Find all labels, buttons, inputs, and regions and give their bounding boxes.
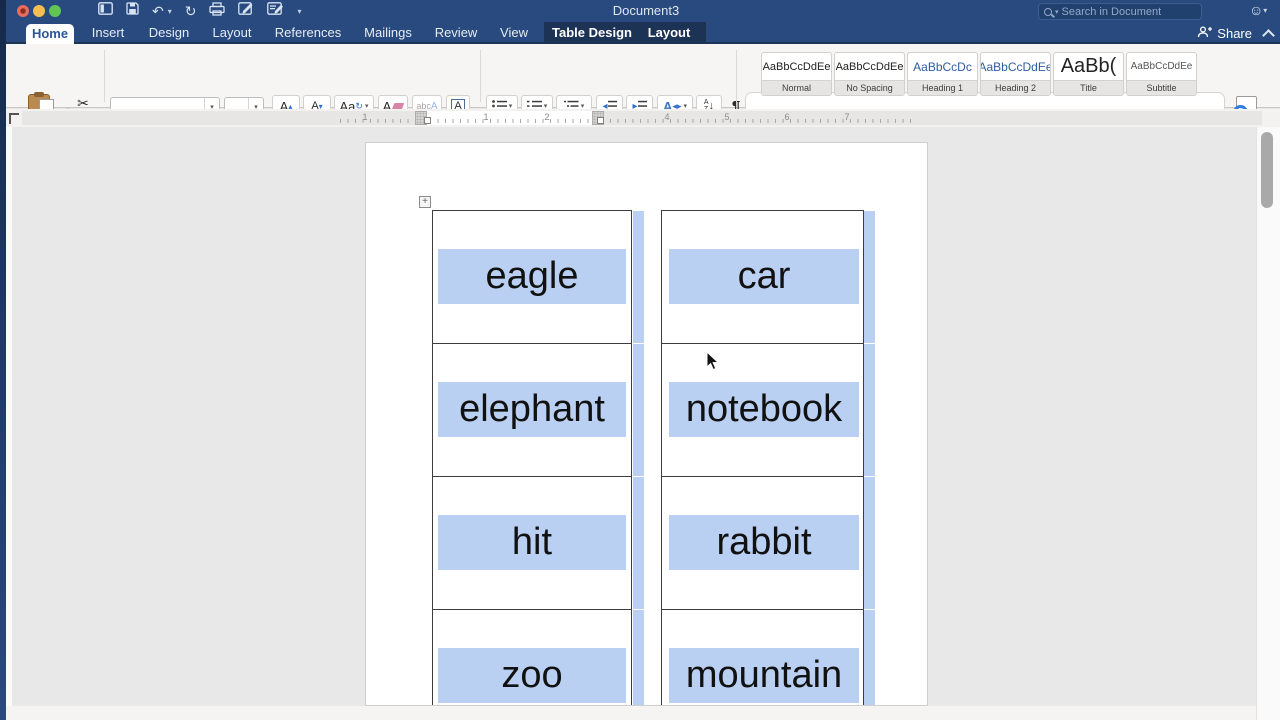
group-separator [104,50,105,102]
quick-access-toolbar: ↶ ▾ ↻ ▾ [98,0,302,22]
close-button[interactable] [17,5,29,17]
toolbar-more-icon[interactable]: ▾ [297,7,301,16]
zoom-button[interactable] [49,5,61,17]
group-separator [736,50,737,102]
tab-table-layout[interactable]: Layout [648,22,691,44]
mouse-cursor [706,351,720,376]
style-no-spacing[interactable]: AaBbCcDdEe No Spacing [834,52,905,96]
tab-home[interactable]: Home [26,24,74,44]
search-placeholder: Search in Document [1062,6,1162,18]
ruler-row: 1 1 2 4 5 6 7 [6,109,1280,127]
highlighted-word[interactable]: zoo [438,648,626,703]
selection-strip [864,211,875,343]
selection-strip [864,610,875,706]
search-icon [1044,8,1052,16]
page-gap [6,706,1280,720]
style-normal[interactable]: AaBbCcDdEe Normal [761,52,832,96]
share-person-icon [1197,26,1212,41]
collapse-ribbon-icon[interactable] [1264,29,1272,37]
feedback-smiley-icon[interactable]: ☺▾ [1249,2,1267,18]
left-indent-marker[interactable] [424,117,431,124]
vertical-scrollbar[interactable] [1256,127,1280,720]
right-indent-marker[interactable] [597,117,604,124]
tab-table-design[interactable]: Table Design [552,22,632,44]
tab-review[interactable]: Review [435,22,478,44]
tab-mailings[interactable]: Mailings [364,22,412,44]
sidebar-document-icon[interactable] [98,2,113,20]
minimize-button[interactable] [33,5,45,17]
screen: ↶ ▾ ↻ ▾ Document3 ▾ Search in Document ☺… [0,0,1280,720]
print-icon[interactable] [209,2,225,21]
tab-insert[interactable]: Insert [92,22,125,44]
group-separator [480,50,481,102]
document-canvas[interactable]: + eagle car elephant notebook hit rabbit [6,127,1280,720]
window-title: Document3 [546,0,746,22]
tab-design[interactable]: Design [149,22,189,44]
search-scope-icon[interactable]: ▾ [1055,8,1059,16]
search-input[interactable]: ▾ Search in Document [1038,3,1202,20]
style-title[interactable]: AaBb( Title [1053,52,1124,96]
ribbon-home: Paste ▾ ✂ ▾ ▾ A▴ A▾ Aa↻▾ A abcA A [6,44,1280,108]
highlighted-word[interactable]: eagle [438,249,626,304]
selection-strip [864,344,875,476]
selection-strip [633,610,644,706]
window-edge [6,127,12,720]
share-button[interactable]: Share [1197,22,1252,44]
undo-dropdown-icon[interactable]: ▾ [168,7,172,16]
selection-strip [633,477,644,609]
highlighted-word[interactable]: hit [438,515,626,570]
style-subtitle[interactable]: AaBbCcDdEe Subtitle [1126,52,1197,96]
draw-pen-icon[interactable] [238,2,254,20]
page[interactable]: + eagle car elephant notebook hit rabbit [365,142,928,706]
horizontal-ruler[interactable]: 1 1 2 4 5 6 7 [22,111,1262,125]
edit-pen-icon[interactable] [267,2,284,20]
highlighted-word[interactable]: car [669,249,859,304]
highlighted-word[interactable]: elephant [438,382,626,437]
highlighted-word[interactable]: mountain [669,648,859,703]
style-heading-2[interactable]: AaBbCcDdEe Heading 2 [980,52,1051,96]
undo-icon[interactable]: ↶ [152,0,164,22]
tab-layout[interactable]: Layout [212,22,251,44]
selection-strip [633,344,644,476]
save-icon[interactable] [126,2,139,20]
titlebar: ↶ ▾ ↻ ▾ Document3 ▾ Search in Document ☺… [6,0,1280,22]
table-move-handle[interactable]: + [419,196,431,208]
tab-stop-selector[interactable] [9,113,19,124]
highlighted-word[interactable]: rabbit [669,515,859,570]
selection-strip [864,477,875,609]
ribbon-tab-bar: Home Insert Design Layout References Mai… [6,22,1280,44]
selection-strip [633,211,644,343]
tab-view[interactable]: View [500,22,528,44]
scrollbar-thumb[interactable] [1261,132,1273,208]
tab-references[interactable]: References [275,22,341,44]
highlighted-word[interactable]: notebook [669,382,859,437]
style-heading-1[interactable]: AaBbCcDc Heading 1 [907,52,978,96]
redo-icon[interactable]: ↻ [185,0,197,22]
